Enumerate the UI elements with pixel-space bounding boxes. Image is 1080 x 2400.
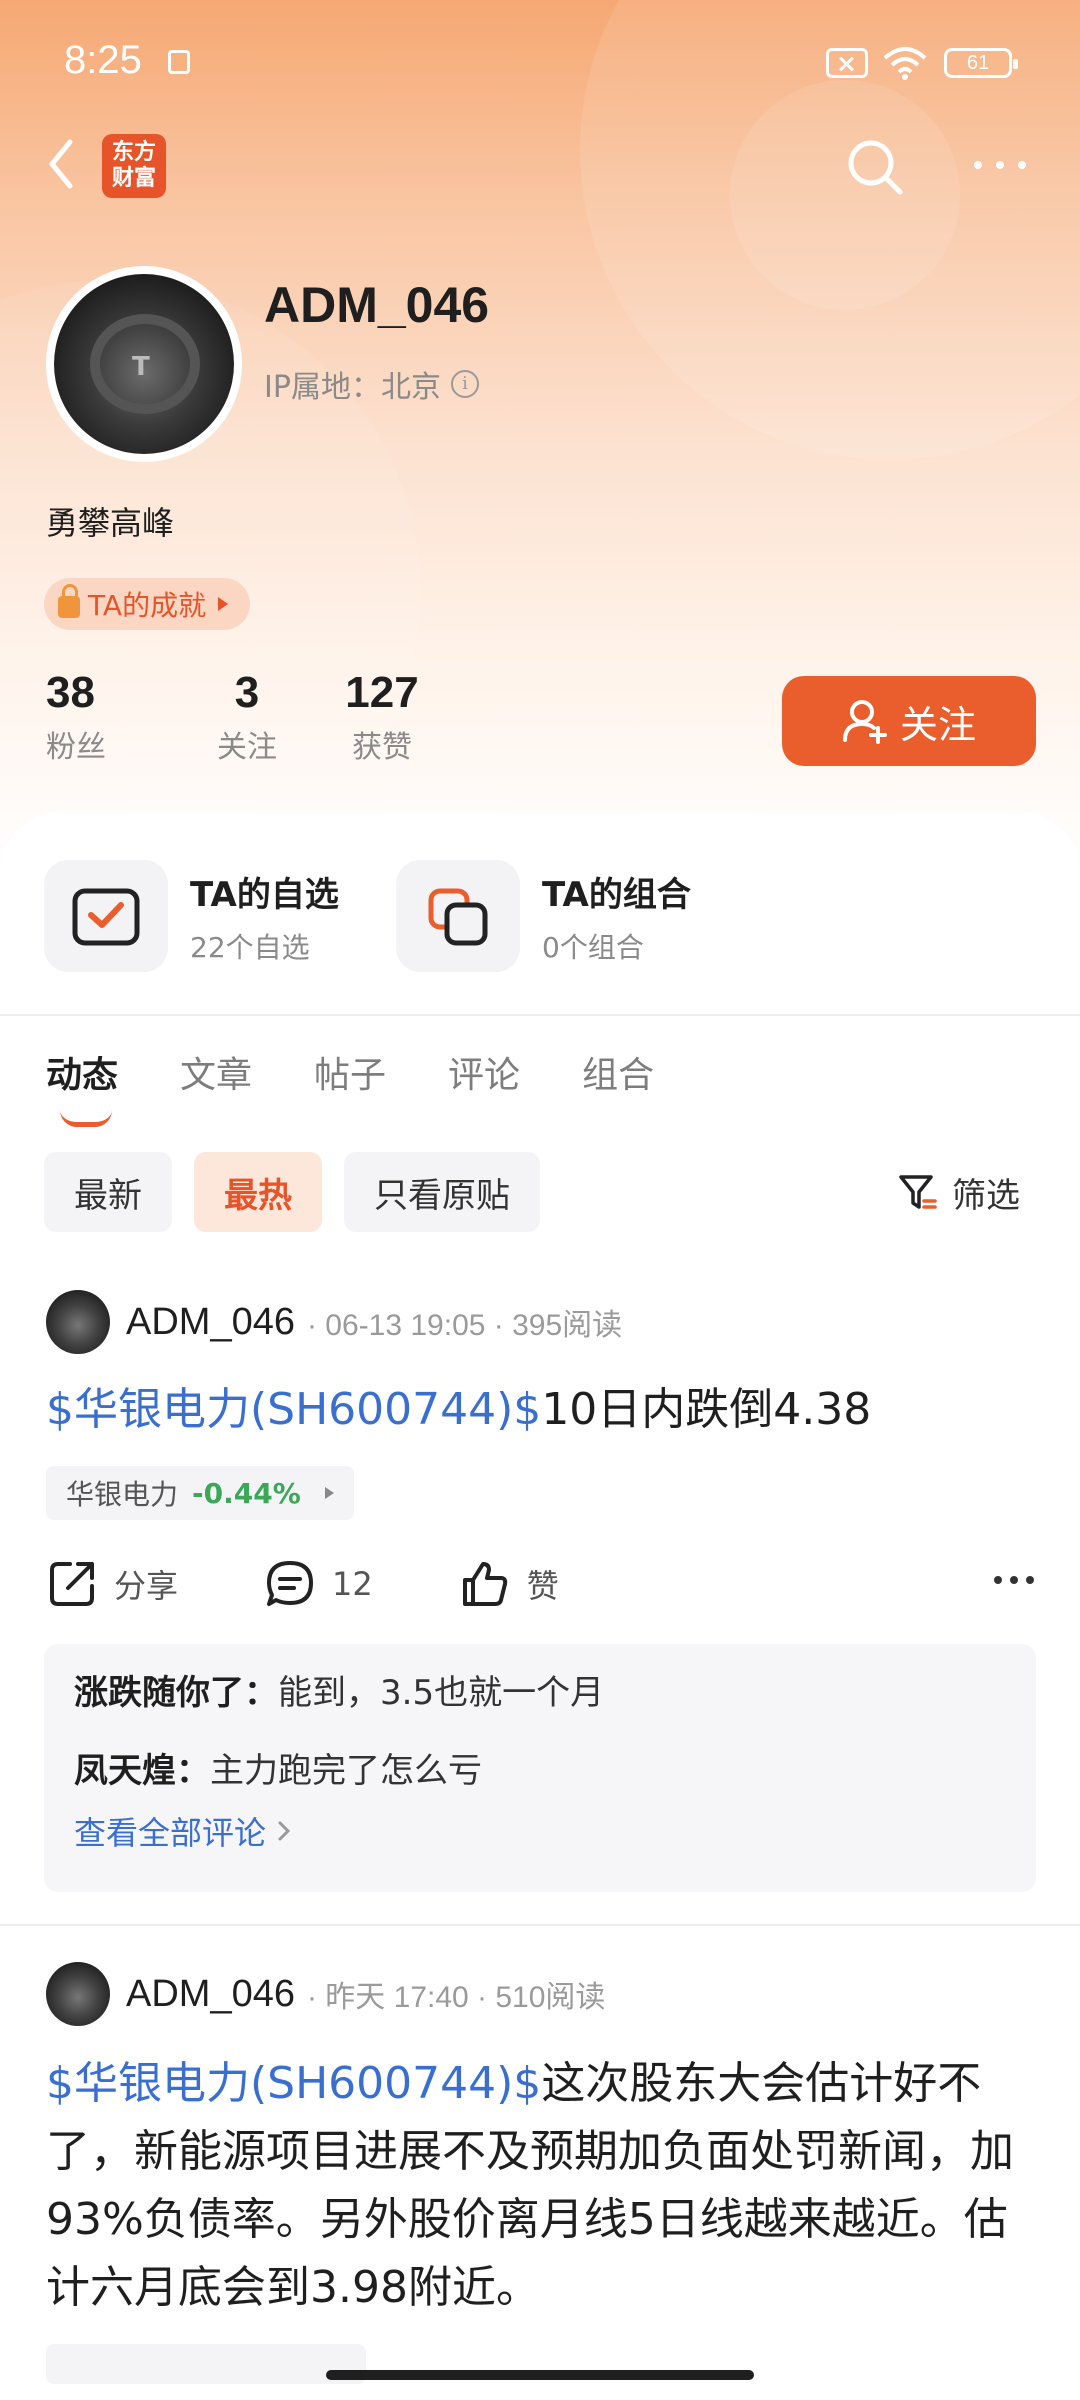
tile-title: TA的组合 (542, 874, 691, 915)
post-meta: · 06-13 19:05 · 395阅读 (306, 1309, 623, 1342)
filter-original-only[interactable]: 只看原贴 (344, 1152, 540, 1232)
more-icon[interactable] (992, 1570, 1036, 1590)
funnel-icon (899, 1174, 937, 1209)
comment-icon (267, 1561, 314, 1606)
follow-label: 关注 (899, 702, 976, 747)
stock-link[interactable]: $华银电力(SH600744)$ (46, 2058, 541, 2109)
view-all-comments-link[interactable]: 查看全部评论 (74, 1808, 1006, 1854)
tab-portfolios[interactable]: 组合 (582, 1046, 654, 1098)
tile-subtitle: 0个组合 (542, 930, 644, 964)
stock-change: -0.44% (192, 1476, 301, 1510)
tile-title: TA的自选 (190, 874, 339, 915)
comment-item[interactable]: 涨跌随你了：能到，3.5也就一个月 (74, 1666, 1006, 1720)
sim-icon (168, 50, 190, 74)
ip-location: IP属地：北京 i (264, 362, 479, 406)
wifi-icon (883, 47, 927, 80)
tab-posts[interactable]: 帖子 (314, 1046, 386, 1098)
portfolio-icon (396, 860, 520, 972)
like-button[interactable]: 赞 (459, 1558, 559, 1610)
chevron-right-icon (278, 1821, 291, 1841)
app-logo: 东方财富 (102, 134, 166, 198)
status-bar: 8:25 61 (0, 0, 1080, 120)
stat-label: 关注 (217, 730, 277, 765)
post-author[interactable]: ADM_046 (126, 1301, 295, 1344)
no-sim-icon (826, 48, 868, 78)
stock-tag[interactable]: 华银电力 -0.44% (46, 1466, 354, 1520)
comment-preview: 涨跌随你了：能到，3.5也就一个月 凤天煌：主力跑完了怎么亏 查看全部评论 (44, 1644, 1036, 1892)
stat-number: 127 (345, 668, 419, 717)
filter-button[interactable]: 筛选 (898, 1168, 1020, 1217)
filter-label: 筛选 (952, 1176, 1020, 1216)
search-icon[interactable] (844, 136, 906, 198)
post-text: 10日内跌倒4.38 (541, 1384, 872, 1435)
comment-button[interactable]: 12 (264, 1558, 373, 1610)
back-arrow-icon[interactable] (40, 134, 84, 194)
stat-fans[interactable]: 38 粉丝 (46, 668, 180, 766)
comment-count: 12 (332, 1565, 373, 1603)
comment-item[interactable]: 凤天煌：主力跑完了怎么亏 (74, 1744, 1006, 1798)
post-actions: 分享 12 赞 (46, 1558, 1036, 1610)
home-indicator (326, 2370, 754, 2380)
share-label: 分享 (114, 1567, 179, 1605)
divider (0, 1924, 1080, 1926)
stock-tag[interactable] (46, 2344, 366, 2384)
share-button[interactable]: 分享 (46, 1558, 178, 1610)
tab-dynamics[interactable]: 动态 (46, 1046, 118, 1127)
stock-tag-name: 华银电力 (66, 1478, 179, 1511)
post-body[interactable]: $华银电力(SH600744)$10日内跌倒4.38 (46, 1376, 1036, 1444)
status-time: 8:25 (64, 38, 142, 82)
post-header: ADM_046 · 昨天 17:40 · 510阅读 (46, 1962, 605, 2026)
thumbs-up-icon (462, 1562, 507, 1606)
watchlist-tile[interactable]: TA的自选 22个自选 (44, 860, 364, 972)
comment-user[interactable]: 凤天煌： (74, 1751, 210, 1791)
comment-user[interactable]: 涨跌随你了： (74, 1673, 278, 1713)
comment-text: 主力跑完了怎么亏 (210, 1751, 482, 1791)
view-all-label: 查看全部评论 (74, 1814, 267, 1852)
avatar[interactable] (46, 1290, 110, 1354)
info-icon[interactable]: i (450, 370, 479, 398)
stat-following[interactable]: 3 关注 (180, 668, 314, 766)
post-body[interactable]: $华银电力(SH600744)$这次股东大会估计好不了，新能源项目进展不及预期加… (46, 2050, 1036, 2322)
share-icon (50, 1562, 94, 1606)
portfolio-tile[interactable]: TA的组合 0个组合 (396, 860, 716, 972)
profile-username: ADM_046 (264, 277, 490, 333)
profile-stats: 38 粉丝 3 关注 127 获赞 (46, 668, 450, 766)
stat-label: 获赞 (352, 730, 412, 765)
add-user-icon (842, 700, 887, 744)
post-header: ADM_046 · 06-13 19:05 · 395阅读 (46, 1290, 622, 1354)
divider (0, 1014, 1080, 1016)
tile-subtitle: 22个自选 (190, 930, 310, 964)
achievement-button[interactable]: TA的成就 (44, 578, 251, 630)
like-label: 赞 (526, 1567, 559, 1605)
filter-hottest[interactable]: 最热 (194, 1152, 322, 1232)
follow-button[interactable]: 关注 (782, 676, 1036, 766)
post-meta: · 昨天 17:40 · 510阅读 (306, 1981, 606, 2014)
profile-bio: 勇攀高峰 (46, 504, 175, 542)
tab-comments[interactable]: 评论 (448, 1046, 520, 1098)
comment-text: 能到，3.5也就一个月 (278, 1673, 605, 1713)
profile-avatar[interactable]: T (46, 266, 242, 462)
play-arrow-icon (324, 1487, 334, 1499)
sort-filters: 最新 最热 只看原贴 (44, 1152, 540, 1232)
post-author[interactable]: ADM_046 (126, 1973, 295, 2016)
stat-label: 粉丝 (46, 730, 106, 765)
more-icon[interactable] (970, 150, 1030, 180)
stat-likes[interactable]: 127 获赞 (314, 668, 450, 766)
filter-latest[interactable]: 最新 (44, 1152, 172, 1232)
checkbox-icon (44, 860, 168, 972)
avatar[interactable] (46, 1962, 110, 2026)
lock-icon (58, 584, 80, 618)
achievement-label: TA的成就 (88, 589, 207, 622)
battery-icon: 61 (944, 48, 1018, 78)
stock-link[interactable]: $华银电力(SH600744)$ (46, 1384, 541, 1435)
stat-number: 3 (234, 668, 260, 717)
play-arrow-icon (218, 597, 229, 611)
quick-tiles: TA的自选 22个自选 TA的组合 0个组合 (44, 860, 716, 972)
stat-number: 38 (46, 668, 95, 717)
content-tabs: 动态 文章 帖子 评论 组合 (46, 1046, 654, 1127)
logo-glyph: T (132, 352, 150, 382)
avatar-image: T (54, 274, 234, 454)
tab-articles[interactable]: 文章 (180, 1046, 252, 1098)
ip-location-label: IP属地：北京 (264, 370, 441, 405)
